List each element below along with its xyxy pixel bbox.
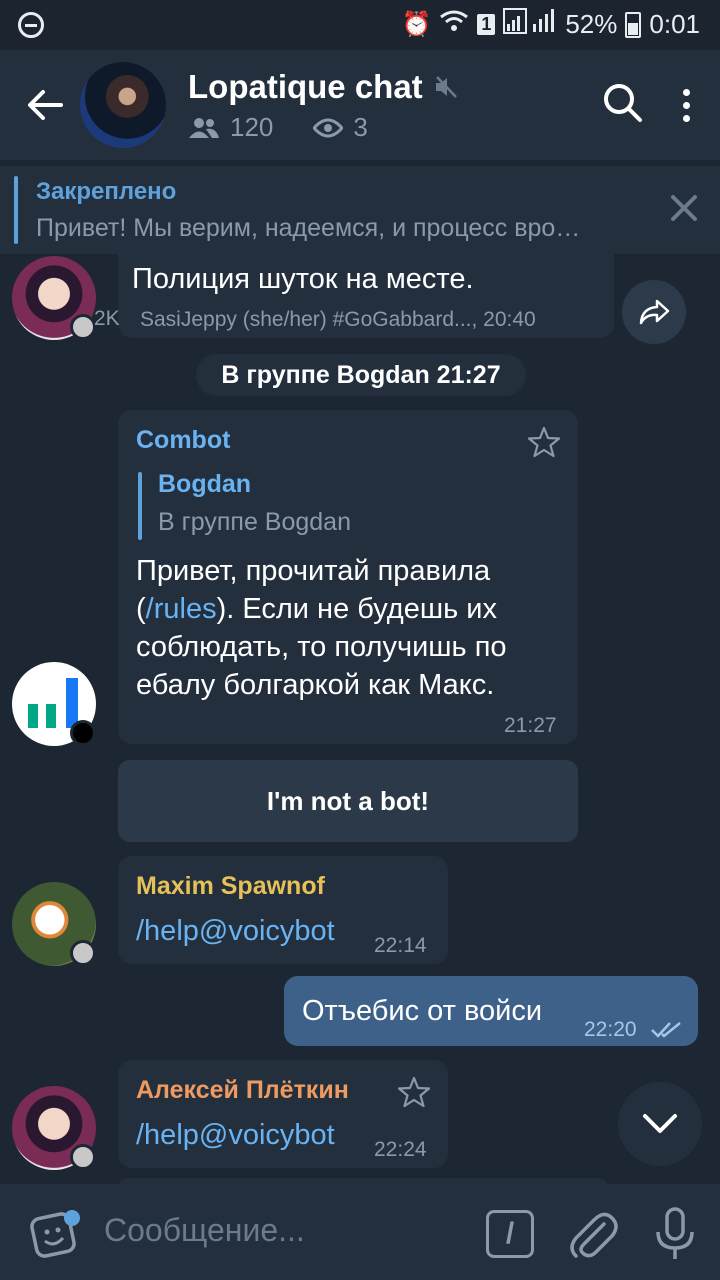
sender-name: Алексей Плёткин (136, 1076, 349, 1104)
outgoing-message-bubble[interactable]: Отъебис от войси 22:20 (284, 976, 698, 1046)
mic-button[interactable] (650, 1206, 700, 1262)
sticker-icon (30, 1210, 80, 1258)
mute-icon (435, 76, 457, 98)
pinned-text: Привет! Мы верим, надеемся, и процесс вр… (36, 214, 581, 242)
message-time: 22:14 (374, 934, 427, 957)
status-dot (70, 720, 96, 746)
sender-name: Maxim Spawnof (136, 872, 325, 900)
star-icon[interactable] (398, 1076, 430, 1108)
pinned-message[interactable]: Закреплено Привет! Мы верим, надеемся, и… (0, 166, 720, 254)
message-text: Полиция шуток на месте. (132, 263, 474, 295)
members-icon (189, 117, 219, 138)
chevron-down-icon (643, 1114, 677, 1133)
text-line: (/rules). Если не будешь их (136, 590, 566, 628)
chat-meta: 120 3 (188, 112, 368, 143)
wifi-icon (439, 9, 469, 40)
message-input[interactable]: Сообщение... (104, 1212, 305, 1249)
chat-avatar[interactable] (80, 62, 166, 148)
share-button[interactable] (622, 280, 686, 344)
star-icon[interactable] (528, 426, 560, 458)
command-link[interactable]: /help@voicybot (136, 1116, 335, 1154)
message-bubble[interactable]: Алексей Плёткин /help@voicybot 22:24 (118, 1060, 448, 1168)
rules-link[interactable]: /rules (146, 593, 217, 625)
not-a-bot-button[interactable]: I'm not a bot! (118, 760, 578, 842)
reply-name[interactable]: Bogdan (158, 470, 251, 499)
battery-icon (625, 11, 642, 38)
back-button[interactable] (20, 80, 70, 130)
message-input-bar: Сообщение... / (0, 1184, 720, 1280)
search-button[interactable] (600, 80, 650, 130)
scroll-down-button[interactable] (618, 1082, 702, 1166)
back-arrow-icon (28, 90, 63, 120)
reply-text: В группе Bogdan (158, 508, 351, 536)
chat-title: Lopatique chat (188, 68, 423, 105)
status-dot (70, 1144, 96, 1170)
pinned-accent-bar (14, 176, 18, 244)
mic-icon (656, 1207, 694, 1259)
message-time: 22:24 (374, 1138, 427, 1161)
pinned-title: Закреплено (36, 178, 177, 205)
text-line: Привет, прочитай правила (136, 555, 491, 587)
slash-command-icon[interactable]: / (486, 1210, 534, 1258)
status-icons: ⏰ 1 52% 0:01 (401, 8, 700, 41)
message-bubble[interactable]: Полиция шуток на месте. SasiJeppy (she/h… (118, 254, 614, 338)
attach-button[interactable] (568, 1208, 618, 1262)
online-count: 3 (353, 112, 368, 142)
status-dot (70, 314, 96, 340)
search-icon (604, 84, 642, 122)
message-bubble[interactable]: Maxim Spawnof /help@voicybot 22:14 (118, 856, 448, 964)
eye-icon (313, 118, 344, 137)
message-text: Привет, прочитай правила (/rules). Если … (136, 552, 566, 704)
chat-title-row[interactable]: Lopatique chat (188, 68, 459, 106)
more-vertical-icon[interactable] (668, 80, 704, 130)
message-time: 22:20 (584, 1018, 637, 1041)
message-bubble[interactable]: Combot Bogdan В группе Bogdan Привет, пр… (118, 410, 578, 744)
members-count: 120 (230, 112, 274, 142)
truncated-label: 2K (94, 307, 120, 330)
text-paren: ( (136, 593, 146, 625)
double-check-icon (651, 1022, 681, 1038)
date-pill: В группе Bogdan 21:27 (196, 354, 526, 396)
message-time: 21:27 (504, 714, 557, 737)
sticker-button[interactable] (28, 1206, 84, 1262)
paperclip-icon (570, 1212, 618, 1258)
status-bar: ⏰ 1 52% 0:01 (0, 0, 720, 50)
chat-header: Lopatique chat 120 3 (0, 50, 720, 160)
alarm-icon: ⏰ (401, 11, 432, 38)
text-line: соблюдать, то получишь по (136, 631, 507, 663)
reply-bar (138, 472, 142, 540)
signal-icon (503, 8, 557, 41)
share-icon (639, 299, 670, 325)
status-dot (70, 940, 96, 966)
sim-badge: 1 (477, 14, 496, 35)
text-rest: ). Если не будешь их (216, 593, 497, 625)
message-text: Отъебис от войси (302, 995, 543, 1027)
text-line: ебалу болгаркой как Макс. (136, 669, 495, 701)
battery-percent: 52% (565, 9, 618, 39)
sender-name: Combot (136, 426, 231, 454)
command-link[interactable]: /help@voicybot (136, 912, 335, 950)
close-icon[interactable] (668, 192, 700, 224)
clock: 0:01 (649, 9, 700, 39)
message-footer: SasiJeppy (she/her) #GoGabbard..., 20:40 (140, 308, 536, 331)
dnd-icon (18, 12, 44, 38)
